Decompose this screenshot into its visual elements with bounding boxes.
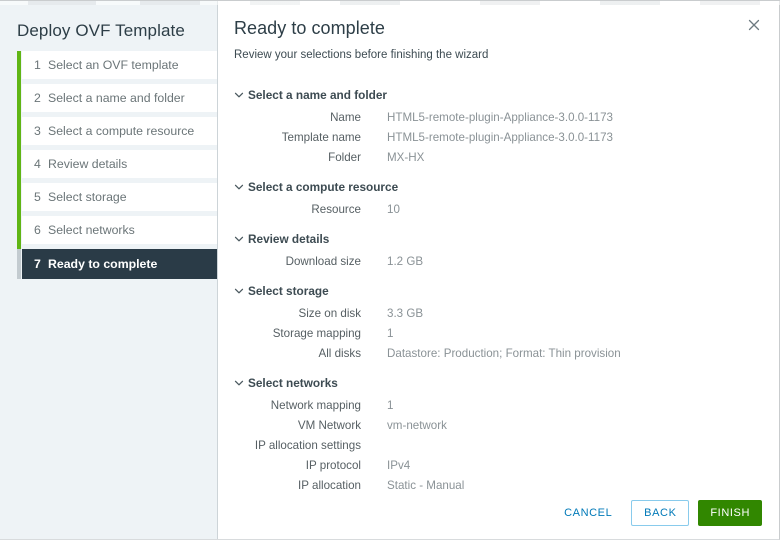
wizard-step-6[interactable]: 6 Select networks [22, 216, 217, 244]
summary-row-value: MX-HX [387, 150, 425, 164]
section-header[interactable]: Review details [232, 229, 779, 248]
wizard-step-number: 3 [34, 124, 41, 138]
summary-row-label: VM Network [297, 418, 361, 432]
wizard-step-label: Select an OVF template [48, 58, 179, 72]
wizard-footer: CANCEL BACK FINISH [554, 500, 762, 526]
summary-row-value: vm-network [387, 418, 447, 432]
summary-row: VM Network vm-network [232, 415, 779, 435]
wizard-step-4[interactable]: 4 Review details [22, 150, 217, 178]
section-header[interactable]: Select a name and folder [232, 85, 779, 104]
summary-row-value: IPv4 [387, 458, 411, 472]
summary-row-label: All disks [318, 346, 361, 360]
deploy-ovf-template-dialog: Deploy OVF Template 1 Select an OVF templ… [0, 0, 780, 540]
summary-row-label: Network mapping [270, 398, 361, 412]
wizard-title: Deploy OVF Template [17, 21, 185, 40]
wizard-step-1[interactable]: 1 Select an OVF template [22, 51, 217, 79]
section-label: Select networks [248, 375, 338, 390]
summary-row: Size on disk 3.3 GB [232, 303, 779, 323]
summary-row-label: IP allocation [298, 478, 361, 492]
section-label: Select a name and folder [248, 87, 387, 102]
close-icon[interactable] [745, 16, 763, 34]
wizard-step-2[interactable]: 2 Select a name and folder [22, 84, 217, 112]
wizard-sidebar: Deploy OVF Template 1 Select an OVF templ… [0, 1, 218, 539]
chevron-down-icon[interactable] [232, 286, 246, 296]
summary-row: Name HTML5-remote-plugin-Appliance-3.0.0-… [232, 107, 779, 127]
progress-fill [17, 51, 21, 249]
chevron-down-icon[interactable] [232, 90, 246, 100]
wizard-step-label: Select storage [48, 190, 127, 204]
summary-section: Select a compute resource Resource 10 [232, 177, 779, 219]
page-subtitle: Review your selections before finishing … [234, 49, 489, 61]
summary-row-label: Download size [285, 254, 361, 268]
summary-row-value: Static - Manual [387, 478, 465, 492]
summary-row: Resource 10 [232, 199, 779, 219]
wizard-step-number: 5 [34, 190, 41, 204]
chevron-down-icon[interactable] [232, 234, 246, 244]
summary-row: All disks Datastore: Production; Format: … [232, 343, 779, 363]
summary-row-label: Storage mapping [272, 326, 361, 340]
finish-button[interactable]: FINISH [698, 500, 762, 526]
section-label: Select a compute resource [248, 179, 399, 194]
back-button[interactable]: BACK [631, 500, 690, 526]
cancel-button[interactable]: CANCEL [554, 500, 622, 526]
wizard-step-label: Review details [48, 157, 128, 171]
summary-row-label: IP protocol [305, 458, 361, 472]
summary-section: Select networks Network mapping 1 VM Networ… [232, 373, 779, 495]
chevron-down-icon[interactable] [232, 378, 246, 388]
wizard-step-label: Select a compute resource [48, 124, 195, 138]
summary-row: Folder MX-HX [232, 147, 779, 167]
summary-row-value: 1.2 GB [387, 254, 424, 268]
summary-section: Review details Download size 1.2 GB [232, 229, 779, 271]
section-header[interactable]: Select storage [232, 281, 779, 300]
section-label: Select storage [248, 283, 329, 298]
section-header[interactable]: Select a compute resource [232, 177, 779, 196]
summary-row-value: Datastore: Production; Format: Thin prov… [387, 346, 621, 360]
summary-row-label: Name [330, 110, 361, 124]
summary-row: IP allocation settings [232, 435, 779, 455]
summary-row-label: Size on disk [298, 306, 361, 320]
summary-section: Select a name and folder Name HTML5-remote… [232, 85, 779, 167]
summary-row: Download size 1.2 GB [232, 251, 779, 271]
summary-row: Template name HTML5-remote-plugin-Applian… [232, 127, 779, 147]
summary-row-value: 1 [387, 398, 394, 412]
summary-row-label: Folder [328, 150, 361, 164]
wizard-step-label: Select a name and folder [48, 91, 185, 105]
summary-row-label: Resource [311, 202, 361, 216]
wizard-step-label: Select networks [48, 223, 135, 237]
summary-section: Select storage Size on disk 3.3 GB Storage … [232, 281, 779, 363]
wizard-step-list: 1 Select an OVF template 2 Select a name an… [17, 51, 217, 279]
wizard-step-number: 7 [34, 257, 41, 271]
summary-row: IP allocation Static - Manual [232, 475, 779, 495]
summary-row: IP protocol IPv4 [232, 455, 779, 475]
section-header[interactable]: Select networks [232, 373, 779, 392]
summary-row-label: IP allocation settings [254, 438, 361, 452]
wizard-step-number: 1 [34, 58, 41, 72]
summary-row-value: HTML5-remote-plugin-Appliance-3.0.0-1173 [387, 130, 613, 144]
summary-sections: Select a name and folder Name HTML5-remote… [218, 61, 779, 495]
summary-row: Network mapping 1 [232, 395, 779, 415]
wizard-step-label: Ready to complete [48, 257, 158, 271]
summary-row-label: Template name [281, 130, 361, 144]
wizard-step-7[interactable]: 7 Ready to complete [22, 249, 217, 279]
chevron-down-icon[interactable] [232, 182, 246, 192]
wizard-main-panel: Ready to complete Review your selections… [218, 1, 779, 539]
wizard-step-number: 4 [34, 157, 41, 171]
summary-row-value: 1 [387, 326, 394, 340]
page-title: Ready to complete [234, 18, 385, 38]
summary-row: Storage mapping 1 [232, 323, 779, 343]
wizard-step-number: 6 [34, 223, 41, 237]
summary-row-value: HTML5-remote-plugin-Appliance-3.0.0-1173 [387, 110, 613, 124]
section-label: Review details [248, 231, 330, 246]
summary-row-value: 10 [387, 202, 400, 216]
wizard-step-5[interactable]: 5 Select storage [22, 183, 217, 211]
wizard-step-number: 2 [34, 91, 41, 105]
wizard-step-3[interactable]: 3 Select a compute resource [22, 117, 217, 145]
summary-row-value: 3.3 GB [387, 306, 424, 320]
